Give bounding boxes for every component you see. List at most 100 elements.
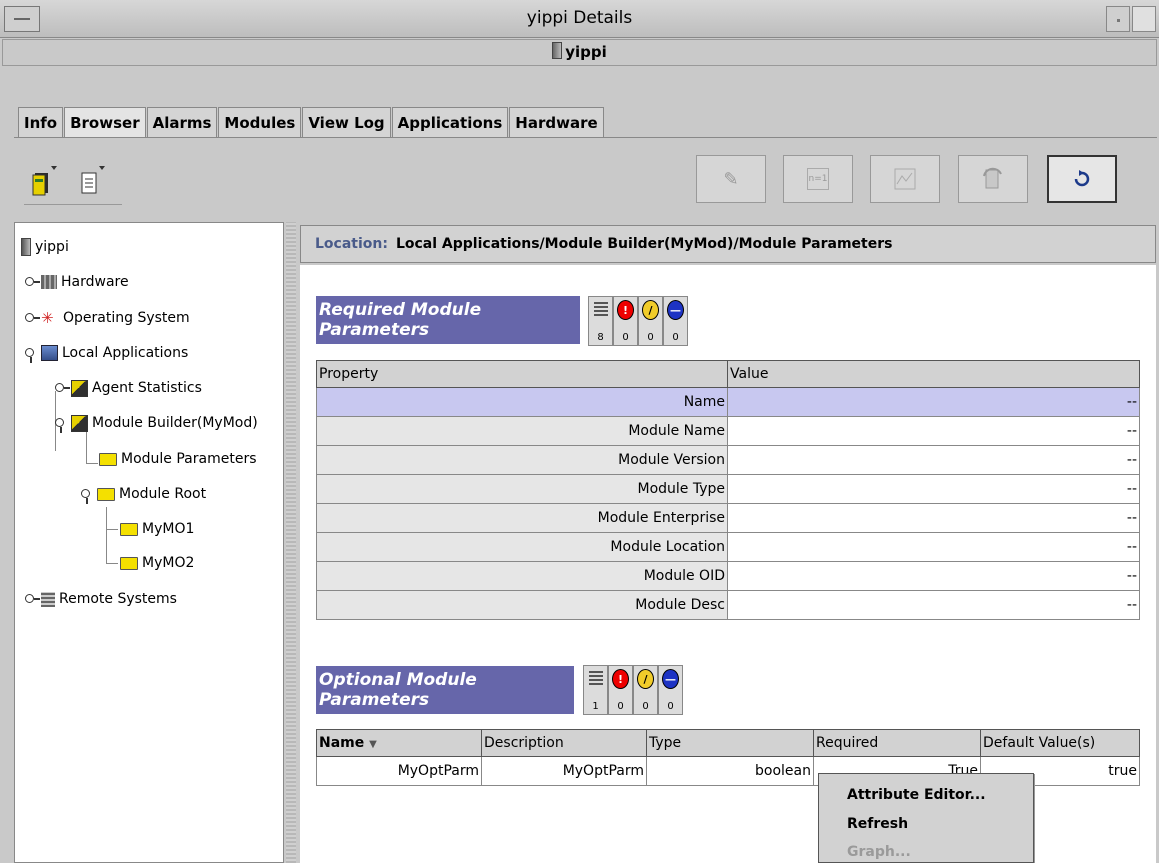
maximize-button[interactable] (1132, 6, 1156, 32)
document-menu-icon[interactable] (80, 165, 105, 195)
property-cell: Module Name (316, 416, 728, 446)
warning-badge[interactable]: /0 (633, 665, 658, 715)
tab-hardware[interactable]: Hardware (509, 107, 604, 137)
refresh-icon (1074, 170, 1090, 187)
optional-status-badges: 1 ! 0 /0 —0 (583, 665, 683, 715)
value-cell[interactable]: -- (727, 387, 1140, 417)
pane-splitter[interactable] (286, 222, 296, 863)
sync-badge[interactable]: 8 (588, 296, 613, 346)
column-header-name[interactable]: Name ▼ (316, 729, 482, 757)
menu-item-graph[interactable]: Graph... (847, 844, 911, 860)
tab-modules[interactable]: Modules (218, 107, 302, 137)
tree-connector (86, 463, 98, 464)
column-header-type[interactable]: Type (646, 729, 814, 757)
collapse-icon[interactable] (25, 347, 37, 363)
expand-icon[interactable] (25, 276, 40, 288)
collapse-icon[interactable] (55, 417, 67, 433)
menu-item-attribute-editor[interactable]: Attribute Editor... (847, 787, 986, 803)
minimize-button[interactable] (1106, 6, 1130, 32)
table-row[interactable]: Module Type -- (316, 474, 1140, 504)
tree-connector (106, 529, 118, 530)
expand-icon[interactable] (55, 382, 70, 394)
warning-badge[interactable]: /0 (638, 296, 663, 346)
tree-item-remote-systems[interactable]: Remote Systems (25, 587, 177, 611)
tree-item-operating-system[interactable]: ✳ Operating System (25, 306, 190, 330)
info-badge[interactable]: —0 (663, 296, 688, 346)
window-menu-button[interactable] (4, 6, 40, 32)
table-row[interactable]: Module Desc -- (316, 590, 1140, 620)
folder-icon (120, 556, 138, 570)
collapse-icon[interactable] (81, 488, 93, 504)
tree-item-agent-statistics[interactable]: Agent Statistics (55, 376, 202, 400)
tree-item-module-parameters[interactable]: Module Parameters (99, 447, 257, 471)
badge-count: 0 (642, 701, 649, 712)
column-header-description[interactable]: Description (481, 729, 647, 757)
window-titlebar: yippi Details (0, 0, 1159, 38)
tree-item-local-applications[interactable]: Local Applications (25, 341, 188, 365)
tab-view-log[interactable]: View Log (302, 107, 391, 137)
tab-info[interactable]: Info (18, 107, 64, 137)
value-cell[interactable]: -- (727, 416, 1140, 446)
edit-button[interactable]: ✎ (696, 155, 766, 203)
tab-alarms[interactable]: Alarms (146, 107, 218, 137)
menu-item-refresh[interactable]: Refresh (847, 816, 908, 832)
toolbar-separator (24, 204, 122, 205)
tree-connector (106, 563, 118, 564)
sort-descending-icon: ▼ (369, 739, 377, 750)
table-row[interactable]: Module Enterprise -- (316, 503, 1140, 533)
column-header-value[interactable]: Value (727, 360, 1140, 388)
tab-browser[interactable]: Browser (64, 107, 146, 138)
value-cell[interactable]: -- (727, 590, 1140, 620)
badge-count: 0 (617, 701, 624, 712)
value-cell[interactable]: -- (727, 503, 1140, 533)
module-icon (71, 379, 88, 397)
value-cell[interactable]: -- (727, 532, 1140, 562)
badge-count: 0 (672, 332, 679, 343)
tree-item-hardware[interactable]: Hardware (25, 270, 129, 294)
critical-badge[interactable]: ! 0 (613, 296, 638, 346)
value-cell[interactable]: -- (727, 474, 1140, 504)
tree-item-mymo1[interactable]: MyMO1 (120, 517, 194, 541)
table-row[interactable]: Module OID -- (316, 561, 1140, 591)
location-path: Local Applications/Module Builder(MyMod)… (395, 236, 893, 252)
type-cell[interactable]: boolean (646, 756, 814, 786)
module-refresh-button[interactable] (958, 155, 1028, 203)
table-row[interactable]: Name -- (316, 387, 1140, 417)
hardware-icon (41, 275, 57, 289)
server-icon (552, 42, 563, 59)
badge-count: 0 (667, 701, 674, 712)
location-label: Location: (315, 236, 388, 252)
refresh-button[interactable] (1047, 155, 1117, 203)
description-cell[interactable]: MyOptParm (481, 756, 647, 786)
graph-button[interactable] (870, 155, 940, 203)
n-equals-1-button[interactable]: n=1 (783, 155, 853, 203)
critical-icon: ! (617, 300, 634, 320)
column-header-default-values[interactable]: Default Value(s) (980, 729, 1140, 757)
column-header-property[interactable]: Property (316, 360, 728, 388)
expand-icon[interactable] (25, 593, 40, 605)
tree-item-mymo2[interactable]: MyMO2 (120, 551, 194, 575)
module-menu-icon[interactable] (32, 165, 57, 196)
expand-icon[interactable] (25, 312, 40, 324)
column-header-label: Name (319, 735, 365, 751)
sync-icon (588, 669, 603, 685)
value-cell[interactable]: -- (727, 445, 1140, 475)
value-cell[interactable]: -- (727, 561, 1140, 591)
critical-badge[interactable]: ! 0 (608, 665, 633, 715)
tree-root[interactable]: yippi (21, 235, 69, 259)
table-row[interactable]: Module Version -- (316, 445, 1140, 475)
badge-count: 0 (647, 332, 654, 343)
sync-badge[interactable]: 1 (583, 665, 608, 715)
property-cell: Module Version (316, 445, 728, 475)
table-row[interactable]: Module Name -- (316, 416, 1140, 446)
tree-item-module-builder[interactable]: Module Builder(MyMod) (55, 411, 258, 435)
tab-applications[interactable]: Applications (391, 107, 509, 137)
name-cell[interactable]: MyOptParm (316, 756, 482, 786)
column-header-required[interactable]: Required (813, 729, 981, 757)
table-row[interactable]: Module Location -- (316, 532, 1140, 562)
tree-root-label: yippi (35, 239, 69, 255)
info-badge[interactable]: —0 (658, 665, 683, 715)
property-cell: Module Enterprise (316, 503, 728, 533)
tree-item-module-root[interactable]: Module Root (81, 482, 206, 506)
browser-tree: yippi Hardware ✳ Operating System Local A… (14, 222, 284, 863)
